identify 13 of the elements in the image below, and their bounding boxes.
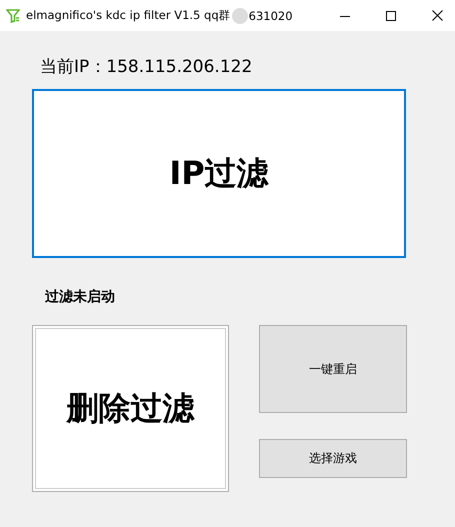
ip-label: 当前IP： (40, 57, 106, 77)
ip-filter-button[interactable]: IP过滤 (32, 89, 406, 258)
select-game-button[interactable]: 选择游戏 (259, 439, 407, 478)
close-icon[interactable] (432, 10, 443, 21)
filter-icon (6, 8, 20, 22)
filter-status: 过滤未启动 (45, 288, 116, 307)
window-title: 631020 (248, 8, 293, 22)
remove-filter-button[interactable]: 删除过滤 (32, 325, 229, 492)
restart-button[interactable]: 一键重启 (259, 325, 407, 413)
ip-address: 158.115.206.122 (106, 57, 252, 77)
window-title: elmagnifico's kdc ip filter V1.5 qq群 (26, 8, 231, 23)
maximize-icon[interactable] (386, 10, 396, 20)
redaction-mark (232, 8, 248, 24)
